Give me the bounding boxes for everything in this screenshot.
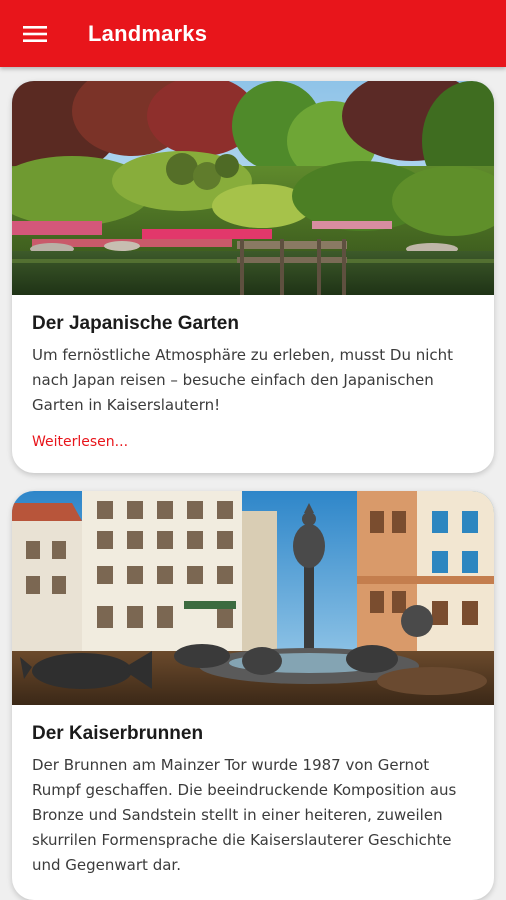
landmark-card-japanese-garden[interactable]: Der Japanische Garten Um fernöstliche At… <box>12 81 494 473</box>
landmark-title: Der Japanische Garten <box>32 313 239 334</box>
landmark-description: Der Brunnen am Mainzer Tor wurde 1987 vo… <box>32 756 457 874</box>
landmark-card-kaiserbrunnen[interactable]: Der Kaiserbrunnen Der Brunnen am Mainzer… <box>12 491 494 900</box>
read-more-link[interactable]: Weiterlesen... <box>32 434 128 450</box>
app-bar: Landmarks <box>0 0 506 67</box>
menu-button[interactable] <box>0 0 70 67</box>
landmark-list: Der Japanische Garten Um fernöstliche At… <box>0 67 506 900</box>
hamburger-menu-icon <box>23 25 47 42</box>
kaiserbrunnen-image <box>12 491 494 705</box>
landmark-description: Um fernöstliche Atmosphäre zu erleben, m… <box>32 346 454 414</box>
japanese-garden-image <box>12 81 494 295</box>
landmark-title: Der Kaiserbrunnen <box>32 723 204 744</box>
app-title: Landmarks <box>88 20 208 46</box>
